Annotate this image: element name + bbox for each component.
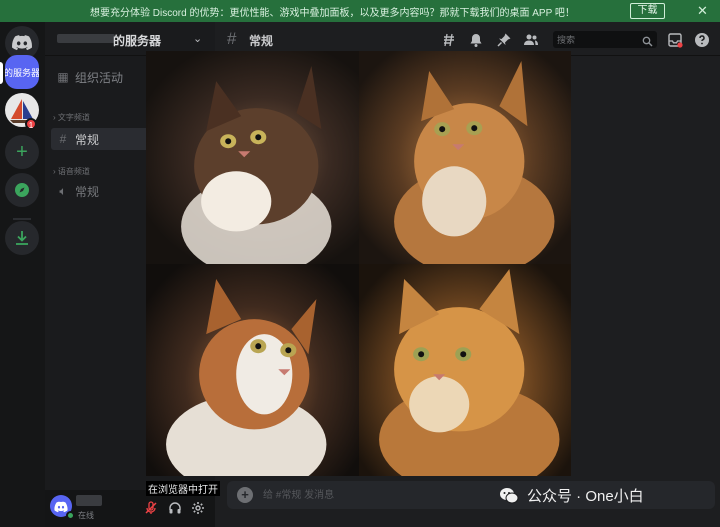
gear-icon xyxy=(192,502,204,514)
user-settings-button[interactable] xyxy=(190,500,206,516)
channel-title: 常规 xyxy=(249,34,274,48)
download-apps-button[interactable] xyxy=(5,221,39,255)
cat-image-1[interactable] xyxy=(146,51,359,264)
events-item[interactable]: ▦ 组织活动 xyxy=(51,66,141,88)
compass-icon xyxy=(15,183,29,197)
deafen-button[interactable] xyxy=(167,500,183,516)
voice-channel-general[interactable]: 🔈︎ 常规 xyxy=(51,180,141,202)
server-name: 的服务器 xyxy=(113,34,162,48)
server-rail: 的服务器 1 + xyxy=(0,22,45,527)
pinned-messages-button[interactable] xyxy=(495,31,513,49)
threads-button[interactable] xyxy=(440,31,458,49)
category-text-channels[interactable]: › 文字频道 xyxy=(53,112,90,123)
events-label: 组织活动 xyxy=(75,70,124,85)
mute-button[interactable] xyxy=(143,500,159,516)
download-icon xyxy=(16,231,28,245)
cat-image-3[interactable] xyxy=(146,263,359,476)
blurred-server-owner xyxy=(57,34,115,43)
wechat-watermark: 公众号 · One小白 xyxy=(499,485,644,506)
chevron-down-icon: ⌄ xyxy=(193,33,203,45)
cat-portrait-2 xyxy=(393,61,554,264)
rail-divider xyxy=(13,218,31,220)
selected-server-indicator xyxy=(0,62,3,84)
user-status-text: 在线 xyxy=(78,511,94,520)
inbox-button[interactable] xyxy=(666,31,684,49)
cat-portrait-1 xyxy=(181,66,332,264)
category-voice-label: 语音频道 xyxy=(57,167,90,176)
banner-text: 想要充分体验 Discord 的优势：更优性能、游戏中叠加面板，以及更多内容吗？… xyxy=(90,8,575,19)
notification-badge: 1 xyxy=(25,118,37,130)
cat-portrait-4 xyxy=(378,268,559,476)
server-icon-label: 的服务器 xyxy=(5,67,39,78)
speaker-icon: 🔈︎ xyxy=(59,183,67,198)
hashtag-icon: # xyxy=(59,132,67,146)
plus-icon: + xyxy=(16,140,28,163)
cat-image-2[interactable] xyxy=(358,51,571,264)
channel-general-label: 常规 xyxy=(75,132,100,147)
calendar-icon: ▦ xyxy=(57,70,69,84)
category-voice-channels[interactable]: › 语音频道 xyxy=(53,166,90,177)
notification-settings-button[interactable] xyxy=(467,31,485,49)
headphones-icon xyxy=(169,502,181,514)
hashtag-icon: # xyxy=(227,29,237,48)
microphone-muted-icon xyxy=(145,501,157,514)
voice-channel-label: 常规 xyxy=(75,184,100,199)
close-icon[interactable]: ✕ xyxy=(697,3,708,19)
download-button[interactable]: 下载 xyxy=(630,3,665,19)
cat-image-4[interactable] xyxy=(358,263,571,476)
message-input[interactable] xyxy=(263,487,513,503)
pin-icon xyxy=(497,33,511,47)
generated-image-grid[interactable] xyxy=(146,51,571,476)
online-status-dot xyxy=(66,511,75,520)
help-button[interactable] xyxy=(693,31,711,49)
search-input[interactable] xyxy=(557,32,639,47)
member-list-button[interactable] xyxy=(522,31,540,49)
add-server-button[interactable]: + xyxy=(5,135,39,169)
blurred-username xyxy=(76,495,102,506)
discord-logo-icon xyxy=(12,35,32,51)
download-banner: 想要充分体验 Discord 的优势：更优性能、游戏中叠加面板，以及更多内容吗？… xyxy=(0,0,720,22)
channel-general[interactable]: # 常规 xyxy=(51,128,151,150)
watermark-text: 公众号 · One小白 xyxy=(527,488,644,505)
search-bar[interactable] xyxy=(553,31,657,48)
explore-servers-button[interactable] xyxy=(5,173,39,207)
wechat-icon xyxy=(500,487,519,503)
search-icon xyxy=(642,34,653,52)
open-in-browser-link[interactable]: 在浏览器中打开 xyxy=(146,481,220,496)
server-icon[interactable]: 的服务器 xyxy=(5,55,39,89)
help-icon xyxy=(695,33,709,47)
category-text-label: 文字频道 xyxy=(57,113,90,122)
attach-button[interactable]: + xyxy=(237,487,253,503)
members-icon xyxy=(524,34,538,45)
threads-icon xyxy=(444,33,454,47)
bell-icon xyxy=(470,34,482,47)
cat-portrait-3 xyxy=(166,278,327,476)
inbox-icon xyxy=(668,33,683,48)
